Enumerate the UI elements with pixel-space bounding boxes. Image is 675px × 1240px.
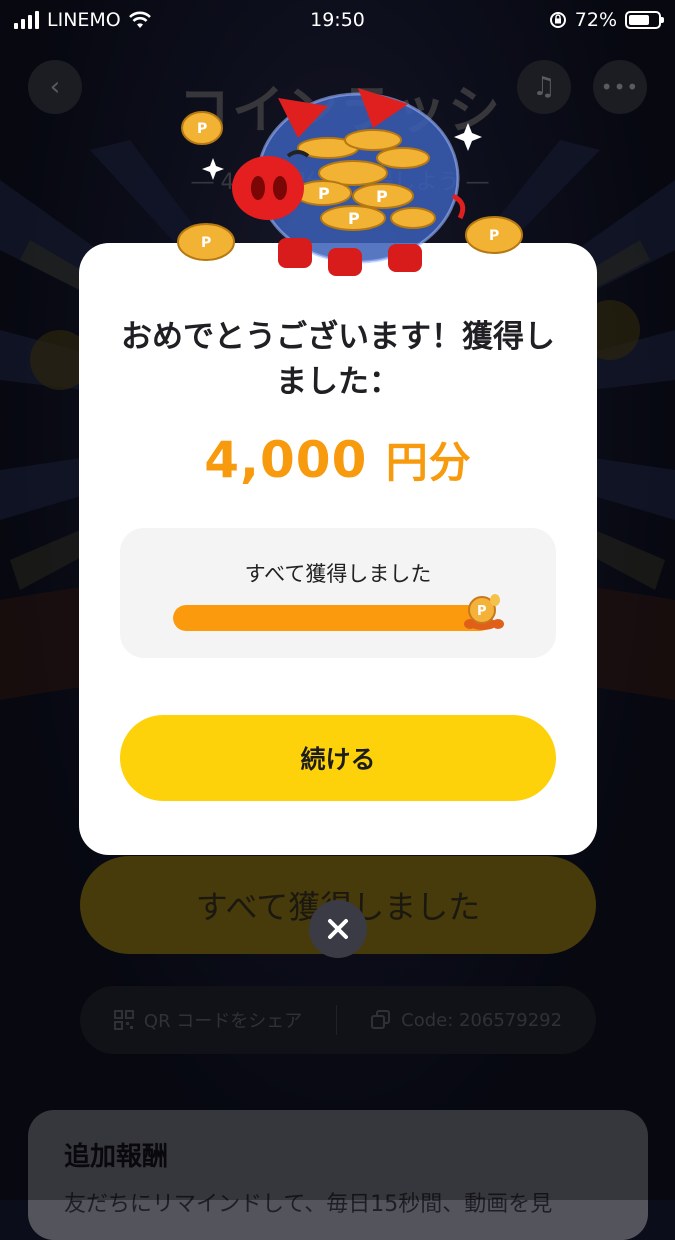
svg-text:P: P — [201, 235, 211, 251]
progress-box: すべて獲得しました P — [120, 528, 556, 658]
piggy-bank-illustration: P PP PP P — [177, 88, 523, 276]
battery-icon — [625, 11, 664, 29]
reward-value: 4,000 — [204, 431, 368, 489]
svg-text:P: P — [376, 187, 388, 206]
progress-label: すべて獲得しました — [244, 562, 432, 586]
status-bar: LINEMO 19:50 72% — [0, 0, 675, 40]
svg-text:P: P — [318, 184, 330, 203]
close-icon — [328, 919, 348, 939]
reward-unit: 円分 — [385, 438, 472, 487]
svg-text:P: P — [197, 121, 207, 137]
status-time: 19:50 — [310, 9, 365, 31]
coin-pile-icon: P — [464, 594, 504, 630]
reward-modal: おめでとうございます！獲得しました： 4,000 円分 すべて獲得しました P … — [79, 243, 597, 855]
svg-text:P: P — [489, 228, 499, 244]
progress-fill — [173, 605, 493, 631]
modal-title: おめでとうございます！獲得しました： — [121, 319, 555, 400]
svg-text:P: P — [348, 209, 360, 228]
progress-track — [173, 605, 493, 631]
close-modal-button[interactable] — [309, 900, 367, 958]
continue-button[interactable]: 続ける — [120, 715, 556, 801]
reward-amount: 4,000 円分 — [79, 429, 597, 490]
svg-text:P: P — [477, 604, 487, 619]
